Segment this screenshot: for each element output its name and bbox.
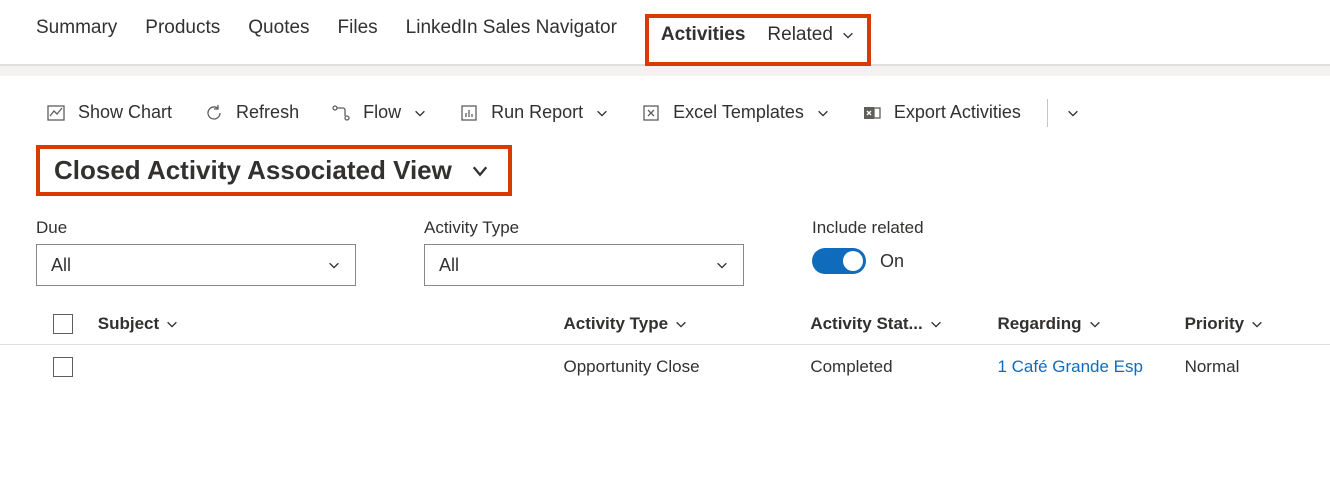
run-report-button[interactable]: Run Report [449, 98, 619, 127]
chevron-down-icon [674, 317, 688, 331]
chevron-down-icon [595, 106, 609, 120]
tab-summary[interactable]: Summary [36, 17, 117, 59]
filter-due: Due All [36, 218, 356, 286]
chevron-down-icon [816, 106, 830, 120]
tab-highlight: Activities Related [645, 14, 871, 66]
toggle-value: On [880, 251, 904, 272]
cell-activity-type: Opportunity Close [563, 357, 699, 377]
filter-activity-type: Activity Type All [424, 218, 744, 286]
button-label: Show Chart [78, 102, 172, 123]
tab-label: Activities [661, 24, 745, 46]
chevron-down-icon [929, 317, 943, 331]
tab-products[interactable]: Products [145, 17, 220, 59]
flow-icon [331, 103, 351, 123]
column-header-regarding[interactable]: Regarding [997, 314, 1176, 334]
include-related-toggle[interactable] [812, 248, 866, 274]
toolbar-overflow-button[interactable] [1064, 102, 1082, 124]
cell-activity-status: Completed [810, 357, 892, 377]
filter-label: Due [36, 218, 356, 238]
report-icon [459, 103, 479, 123]
chevron-down-icon [1066, 106, 1080, 120]
tab-related[interactable]: Related [767, 24, 855, 46]
tab-label: LinkedIn Sales Navigator [406, 17, 617, 39]
chevron-down-icon [165, 317, 179, 331]
select-value: All [439, 255, 459, 276]
flow-button[interactable]: Flow [321, 98, 437, 127]
tab-bar: Summary Products Quotes Files LinkedIn S… [0, 0, 1330, 66]
view-selector[interactable]: Closed Activity Associated View [36, 145, 512, 196]
excel-templates-button[interactable]: Excel Templates [631, 98, 840, 127]
filter-label: Include related [812, 218, 924, 238]
content-gap [0, 66, 1330, 76]
chart-icon [46, 103, 66, 123]
tab-label: Summary [36, 17, 117, 39]
button-label: Excel Templates [673, 102, 804, 123]
chevron-down-icon [715, 258, 729, 272]
excel-icon [641, 103, 661, 123]
tab-label: Files [338, 17, 378, 39]
excel-export-icon [862, 103, 882, 123]
header-label: Subject [98, 314, 159, 334]
chevron-down-icon [327, 258, 341, 272]
filter-label: Activity Type [424, 218, 744, 238]
filter-type-select[interactable]: All [424, 244, 744, 286]
filter-due-select[interactable]: All [36, 244, 356, 286]
chevron-down-icon [470, 161, 490, 181]
select-value: All [51, 255, 71, 276]
cell-regarding-link[interactable]: 1 Café Grande Esp [997, 357, 1143, 377]
button-label: Export Activities [894, 102, 1021, 123]
chevron-down-icon [1250, 317, 1264, 331]
tab-quotes[interactable]: Quotes [248, 17, 309, 59]
table-row[interactable]: Opportunity Close Completed 1 Café Grand… [0, 345, 1330, 389]
chevron-down-icon [413, 106, 427, 120]
export-activities-button[interactable]: Export Activities [852, 98, 1031, 127]
button-label: Flow [363, 102, 401, 123]
header-label: Priority [1185, 314, 1245, 334]
refresh-button[interactable]: Refresh [194, 98, 309, 127]
view-title: Closed Activity Associated View [54, 155, 452, 186]
button-label: Refresh [236, 102, 299, 123]
refresh-icon [204, 103, 224, 123]
column-header-subject[interactable]: Subject [98, 314, 556, 334]
filter-include-related: Include related On [812, 218, 924, 274]
chevron-down-icon [1088, 317, 1102, 331]
toggle-knob [843, 251, 863, 271]
column-header-priority[interactable]: Priority [1185, 314, 1294, 334]
tab-label: Products [145, 17, 220, 39]
toolbar: Show Chart Refresh Flow Run Report Excel… [0, 76, 1330, 137]
tab-label: Quotes [248, 17, 309, 39]
tab-files[interactable]: Files [338, 17, 378, 59]
select-all-checkbox[interactable] [53, 314, 73, 334]
header-label: Activity Stat... [810, 314, 922, 334]
column-header-activity-type[interactable]: Activity Type [563, 314, 802, 334]
tab-label: Related [767, 24, 833, 46]
row-checkbox[interactable] [53, 357, 73, 377]
show-chart-button[interactable]: Show Chart [36, 98, 182, 127]
grid-header: Subject Activity Type Activity Stat... R… [0, 304, 1330, 345]
view-row: Closed Activity Associated View [0, 137, 1330, 212]
header-label: Activity Type [563, 314, 668, 334]
header-label: Regarding [997, 314, 1081, 334]
tab-linkedin[interactable]: LinkedIn Sales Navigator [406, 17, 617, 59]
toolbar-separator [1047, 99, 1048, 127]
filter-bar: Due All Activity Type All Include relate… [0, 212, 1330, 304]
button-label: Run Report [491, 102, 583, 123]
tab-activities[interactable]: Activities [661, 24, 745, 46]
cell-priority: Normal [1185, 357, 1240, 377]
column-header-activity-status[interactable]: Activity Stat... [810, 314, 989, 334]
chevron-down-icon [841, 28, 855, 42]
